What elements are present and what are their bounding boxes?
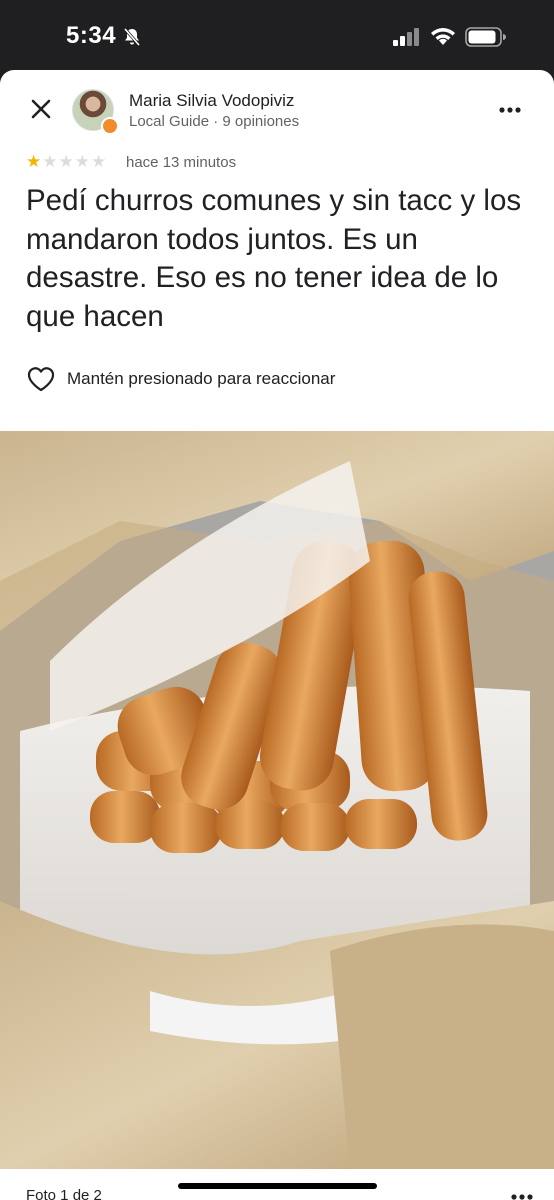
signal-icon <box>393 28 419 46</box>
review-text: Pedí churros comunes y sin tacc y los ma… <box>26 184 522 333</box>
review-sheet: Maria Silvia Vodopiviz Local Guide · 9 o… <box>0 70 554 1200</box>
star-empty-icon: ★★★★ <box>42 152 108 171</box>
wifi-icon <box>431 28 455 45</box>
star-rating: ★★★★★ <box>26 152 107 172</box>
review-time: hace 13 minutos <box>126 154 237 171</box>
reaction-label: Mantén presionado para reaccionar <box>67 369 336 388</box>
reviewer-meta: Local Guide · 9 opiniones <box>129 113 300 130</box>
review-photo[interactable] <box>0 431 554 1169</box>
bell-slash-icon <box>123 28 141 46</box>
status-time: 5:34 <box>66 22 117 49</box>
avatar[interactable] <box>72 89 119 135</box>
photo-more-options-icon[interactable] <box>510 1191 534 1200</box>
heart-outline-icon[interactable] <box>26 366 56 392</box>
star-filled-icon: ★ <box>26 152 43 171</box>
home-indicator[interactable] <box>178 1183 377 1189</box>
status-bar: 5:34 <box>0 0 554 70</box>
photo-counter: Foto 1 de 2 <box>26 1187 102 1200</box>
review-header: Maria Silvia Vodopiviz Local Guide · 9 o… <box>0 70 554 150</box>
battery-icon <box>465 27 506 47</box>
more-options-icon[interactable] <box>498 98 522 122</box>
close-icon[interactable] <box>26 94 56 124</box>
local-guide-badge-icon <box>101 117 119 135</box>
churros-photo <box>0 431 554 1169</box>
reviewer-name[interactable]: Maria Silvia Vodopiviz <box>129 91 294 111</box>
